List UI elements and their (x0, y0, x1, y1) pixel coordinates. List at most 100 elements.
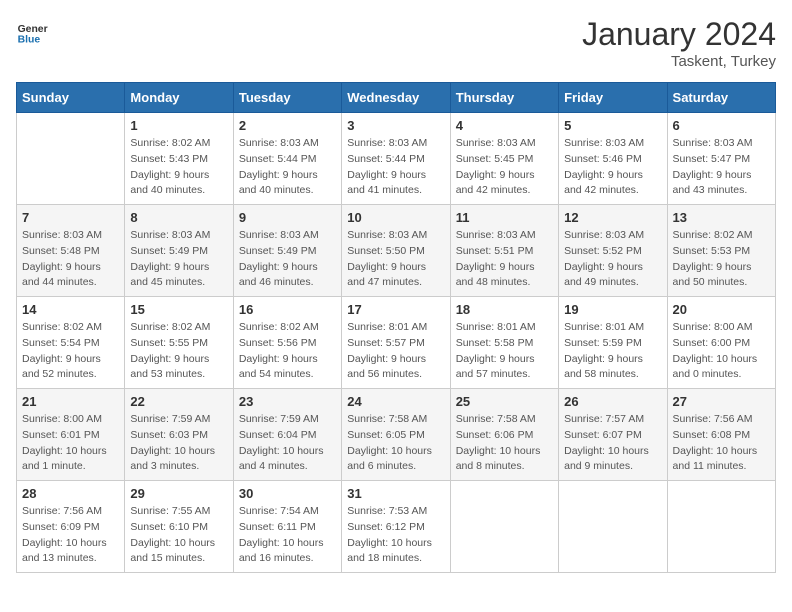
calendar-cell: 18Sunrise: 8:01 AM Sunset: 5:58 PM Dayli… (450, 297, 558, 389)
day-info: Sunrise: 8:01 AM Sunset: 5:57 PM Dayligh… (347, 320, 444, 383)
day-number: 19 (564, 302, 661, 317)
day-info: Sunrise: 8:01 AM Sunset: 5:59 PM Dayligh… (564, 320, 661, 383)
calendar-cell: 9Sunrise: 8:03 AM Sunset: 5:49 PM Daylig… (233, 205, 341, 297)
calendar-week-row: 14 Sunrise: 8:02 AM Sunset: 5:54 PM Dayli… (17, 297, 776, 389)
calendar-cell: 14 Sunrise: 8:02 AM Sunset: 5:54 PM Dayli… (17, 297, 125, 389)
day-number: 24 (347, 394, 444, 409)
weekday-header-row: SundayMondayTuesdayWednesdayThursdayFrid… (17, 83, 776, 113)
day-number: 16 (239, 302, 336, 317)
calendar-cell: 12 Sunrise: 8:03 AM Sunset: 5:52 PM Dayli… (559, 205, 667, 297)
day-number: 7 (22, 210, 119, 225)
day-info: Sunrise: 8:03 AM Sunset: 5:51 PM Dayligh… (456, 228, 553, 291)
day-number: 21 (22, 394, 119, 409)
day-number: 17 (347, 302, 444, 317)
day-info: Sunrise: 8:00 AM Sunset: 6:01 PM Dayligh… (22, 412, 119, 475)
weekday-header-friday: Friday (559, 83, 667, 113)
location-subtitle: Taskent, Turkey (582, 53, 776, 70)
day-info: Sunrise: 7:58 AM Sunset: 6:06 PM Dayligh… (456, 412, 553, 475)
day-info: Sunrise: 8:02 AM Sunset: 5:53 PM Dayligh… (673, 228, 770, 291)
day-number: 4 (456, 118, 553, 133)
calendar-cell: 8Sunrise: 8:03 AM Sunset: 5:49 PM Daylig… (125, 205, 233, 297)
day-info: Sunrise: 7:59 AM Sunset: 6:04 PM Dayligh… (239, 412, 336, 475)
calendar-cell (17, 113, 125, 205)
day-number: 31 (347, 486, 444, 501)
calendar-cell: 13 Sunrise: 8:02 AM Sunset: 5:53 PM Dayli… (667, 205, 775, 297)
day-info: Sunrise: 8:03 AM Sunset: 5:45 PM Dayligh… (456, 136, 553, 199)
calendar-week-row: 7 Sunrise: 8:03 AM Sunset: 5:48 PM Daylig… (17, 205, 776, 297)
day-info: Sunrise: 7:56 AM Sunset: 6:08 PM Dayligh… (673, 412, 770, 475)
calendar-cell: 21 Sunrise: 8:00 AM Sunset: 6:01 PM Dayli… (17, 389, 125, 481)
day-number: 29 (130, 486, 227, 501)
calendar-cell: 24 Sunrise: 7:58 AM Sunset: 6:05 PM Dayli… (342, 389, 450, 481)
day-info: Sunrise: 7:54 AM Sunset: 6:11 PM Dayligh… (239, 504, 336, 567)
day-number: 10 (347, 210, 444, 225)
calendar-cell: 11 Sunrise: 8:03 AM Sunset: 5:51 PM Dayli… (450, 205, 558, 297)
day-info: Sunrise: 8:00 AM Sunset: 6:00 PM Dayligh… (673, 320, 770, 383)
calendar-body: 1 Sunrise: 8:02 AM Sunset: 5:43 PM Daylig… (17, 113, 776, 573)
day-number: 20 (673, 302, 770, 317)
day-number: 1 (130, 118, 227, 133)
month-year-title: January 2024 (582, 16, 776, 53)
day-info: Sunrise: 7:58 AM Sunset: 6:05 PM Dayligh… (347, 412, 444, 475)
day-number: 26 (564, 394, 661, 409)
day-number: 15 (130, 302, 227, 317)
calendar-cell: 15 Sunrise: 8:02 AM Sunset: 5:55 PM Dayli… (125, 297, 233, 389)
day-info: Sunrise: 8:03 AM Sunset: 5:44 PM Dayligh… (347, 136, 444, 199)
day-number: 6 (673, 118, 770, 133)
calendar-cell: 19 Sunrise: 8:01 AM Sunset: 5:59 PM Dayli… (559, 297, 667, 389)
logo-icon: General Blue (16, 16, 48, 48)
day-info: Sunrise: 8:03 AM Sunset: 5:46 PM Dayligh… (564, 136, 661, 199)
calendar-cell: 30 Sunrise: 7:54 AM Sunset: 6:11 PM Dayli… (233, 481, 341, 573)
calendar-cell: 2 Sunrise: 8:03 AM Sunset: 5:44 PM Daylig… (233, 113, 341, 205)
weekday-header-thursday: Thursday (450, 83, 558, 113)
calendar-cell: 27 Sunrise: 7:56 AM Sunset: 6:08 PM Dayli… (667, 389, 775, 481)
calendar-table: SundayMondayTuesdayWednesdayThursdayFrid… (16, 82, 776, 573)
day-info: Sunrise: 8:03 AM Sunset: 5:49 PM Dayligh… (130, 228, 227, 291)
day-number: 22 (130, 394, 227, 409)
day-info: Sunrise: 7:53 AM Sunset: 6:12 PM Dayligh… (347, 504, 444, 567)
day-number: 18 (456, 302, 553, 317)
weekday-header-tuesday: Tuesday (233, 83, 341, 113)
day-number: 13 (673, 210, 770, 225)
calendar-cell: 3 Sunrise: 8:03 AM Sunset: 5:44 PM Daylig… (342, 113, 450, 205)
calendar-cell: 26 Sunrise: 7:57 AM Sunset: 6:07 PM Dayli… (559, 389, 667, 481)
calendar-cell: 5 Sunrise: 8:03 AM Sunset: 5:46 PM Daylig… (559, 113, 667, 205)
day-number: 30 (239, 486, 336, 501)
day-info: Sunrise: 8:03 AM Sunset: 5:44 PM Dayligh… (239, 136, 336, 199)
day-number: 25 (456, 394, 553, 409)
day-info: Sunrise: 7:56 AM Sunset: 6:09 PM Dayligh… (22, 504, 119, 567)
day-number: 14 (22, 302, 119, 317)
day-info: Sunrise: 8:02 AM Sunset: 5:55 PM Dayligh… (130, 320, 227, 383)
day-number: 27 (673, 394, 770, 409)
day-info: Sunrise: 8:03 AM Sunset: 5:48 PM Dayligh… (22, 228, 119, 291)
day-info: Sunrise: 8:02 AM Sunset: 5:56 PM Dayligh… (239, 320, 336, 383)
calendar-cell: 10Sunrise: 8:03 AM Sunset: 5:50 PM Dayli… (342, 205, 450, 297)
day-number: 11 (456, 210, 553, 225)
day-number: 12 (564, 210, 661, 225)
day-number: 2 (239, 118, 336, 133)
calendar-week-row: 21 Sunrise: 8:00 AM Sunset: 6:01 PM Dayli… (17, 389, 776, 481)
svg-text:Blue: Blue (18, 34, 41, 45)
day-number: 9 (239, 210, 336, 225)
day-info: Sunrise: 8:02 AM Sunset: 5:54 PM Dayligh… (22, 320, 119, 383)
day-number: 3 (347, 118, 444, 133)
calendar-cell: 22 Sunrise: 7:59 AM Sunset: 6:03 PM Dayli… (125, 389, 233, 481)
day-number: 23 (239, 394, 336, 409)
calendar-cell: 17 Sunrise: 8:01 AM Sunset: 5:57 PM Dayli… (342, 297, 450, 389)
weekday-header-sunday: Sunday (17, 83, 125, 113)
day-info: Sunrise: 7:57 AM Sunset: 6:07 PM Dayligh… (564, 412, 661, 475)
day-number: 5 (564, 118, 661, 133)
day-info: Sunrise: 8:02 AM Sunset: 5:43 PM Dayligh… (130, 136, 227, 199)
calendar-cell: 23 Sunrise: 7:59 AM Sunset: 6:04 PM Dayli… (233, 389, 341, 481)
day-info: Sunrise: 7:59 AM Sunset: 6:03 PM Dayligh… (130, 412, 227, 475)
calendar-cell: 6Sunrise: 8:03 AM Sunset: 5:47 PM Daylig… (667, 113, 775, 205)
day-number: 28 (22, 486, 119, 501)
day-info: Sunrise: 8:03 AM Sunset: 5:52 PM Dayligh… (564, 228, 661, 291)
title-block: January 2024 Taskent, Turkey (582, 16, 776, 70)
weekday-header-monday: Monday (125, 83, 233, 113)
weekday-header-wednesday: Wednesday (342, 83, 450, 113)
calendar-cell (667, 481, 775, 573)
calendar-week-row: 28 Sunrise: 7:56 AM Sunset: 6:09 PM Dayli… (17, 481, 776, 573)
calendar-cell: 1 Sunrise: 8:02 AM Sunset: 5:43 PM Daylig… (125, 113, 233, 205)
weekday-header-saturday: Saturday (667, 83, 775, 113)
